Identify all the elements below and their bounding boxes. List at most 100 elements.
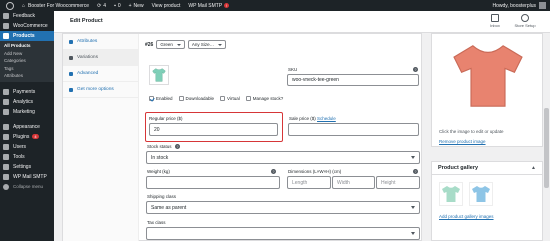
sale-price-input[interactable]: [288, 123, 419, 136]
stock-status-value: In stock: [151, 154, 169, 161]
menu-label: Feedback: [13, 13, 35, 19]
help-icon[interactable]: ?: [271, 169, 276, 174]
menu-plugins[interactable]: Plugins 4: [0, 132, 54, 142]
variation-options: Enabled Downloadable Virtual Manage stoc…: [149, 96, 289, 101]
tools-icon: [3, 153, 9, 160]
tab-get-more-options[interactable]: Get more options: [63, 82, 138, 98]
length-input[interactable]: Length: [287, 176, 331, 189]
avatar: [539, 2, 546, 9]
menu-label: Collapse menu: [13, 184, 44, 189]
menu-collapse[interactable]: Collapse menu: [0, 182, 54, 192]
weight-input[interactable]: [146, 176, 280, 189]
user-account-menu[interactable]: Howdy, boosterplus: [488, 0, 550, 11]
chevron-up-icon[interactable]: ▲: [531, 165, 536, 171]
size-attribute-select[interactable]: Any Size…: [187, 40, 227, 49]
product-gallery-header[interactable]: Product gallery ▲: [432, 162, 542, 175]
submenu-all-products[interactable]: All Products: [0, 42, 54, 50]
site-name-link[interactable]: ⌂ Booster For Woocommerce: [18, 0, 93, 11]
regular-price-label: Regular price ($): [149, 116, 183, 121]
variation-image-thumbnail[interactable]: [149, 65, 169, 85]
stock-status-select[interactable]: In stock: [146, 151, 420, 164]
marketing-icon: [3, 108, 9, 115]
page-scrollbar[interactable]: [543, 33, 550, 241]
menu-feedback[interactable]: Feedback: [0, 11, 54, 21]
wordpress-logo-icon[interactable]: [0, 0, 18, 11]
menu-users[interactable]: Users: [0, 142, 54, 152]
shipping-class-value: Same as parent: [151, 204, 187, 211]
submenu-categories[interactable]: Categories: [0, 57, 54, 65]
menu-wp-mail-smtp[interactable]: WP Mail SMTP: [0, 172, 54, 182]
submenu-tags[interactable]: Tags: [0, 65, 54, 73]
products-icon: [3, 33, 9, 39]
schedule-link[interactable]: Schedule: [317, 116, 336, 121]
menu-tools[interactable]: Tools: [0, 152, 54, 162]
new-content-link[interactable]: + New: [125, 0, 148, 11]
inbox-icon: [491, 14, 499, 22]
tab-advanced[interactable]: Advanced: [63, 66, 138, 82]
regular-price-input[interactable]: 20: [149, 123, 278, 136]
help-icon[interactable]: ?: [413, 169, 418, 174]
downloadable-checkbox[interactable]: Downloadable: [178, 96, 214, 101]
manage-stock-checkbox[interactable]: Manage stock?: [245, 96, 284, 101]
tab-label: Attributes: [77, 39, 98, 44]
menu-woocommerce[interactable]: WooCommerce: [0, 21, 54, 31]
virtual-checkbox[interactable]: Virtual: [220, 96, 240, 101]
comments-link[interactable]: ▪ 0: [110, 0, 125, 11]
enabled-checkbox[interactable]: Enabled: [149, 96, 173, 101]
product-data-panel: Attributes Variations Advanced Get more …: [62, 33, 422, 241]
menu-label: WP Mail SMTP: [13, 173, 47, 180]
scrollbar-thumb[interactable]: [544, 108, 549, 188]
inbox-button[interactable]: Inbox: [482, 14, 508, 28]
tab-variations[interactable]: Variations: [63, 50, 138, 66]
product-image-box: Click the image to edit or update Remove…: [431, 33, 543, 147]
tax-class-select[interactable]: [146, 227, 420, 240]
comments-icon: ▪: [114, 2, 116, 9]
store-setup-button[interactable]: Store Setup: [512, 14, 538, 28]
store-setup-label: Store Setup: [514, 23, 536, 28]
add-gallery-images-link[interactable]: Add product gallery images: [439, 214, 494, 219]
height-input[interactable]: Height: [376, 176, 420, 189]
menu-payments[interactable]: Payments: [0, 87, 54, 97]
shipping-class-select[interactable]: Same as parent: [146, 201, 420, 214]
variation-header: #26 Green Any Size…: [145, 40, 229, 49]
chevron-down-icon: [411, 206, 415, 209]
menu-settings[interactable]: Settings: [0, 162, 54, 172]
menu-analytics[interactable]: Analytics: [0, 97, 54, 107]
chevron-down-icon: [411, 232, 415, 235]
checkbox-label: Manage stock?: [252, 96, 284, 101]
size-value: Any Size…: [191, 42, 215, 47]
submenu-add-new[interactable]: Add New: [0, 50, 54, 58]
menu-appearance[interactable]: Appearance: [0, 122, 54, 132]
updates-link[interactable]: ⟳ 4: [93, 0, 110, 11]
menu-products[interactable]: Products: [0, 31, 54, 41]
width-input[interactable]: Width: [332, 176, 375, 189]
help-icon[interactable]: ?: [413, 67, 418, 72]
length-placeholder: Length: [292, 179, 308, 186]
wp-mail-smtp-link[interactable]: WP Mail SMTP !: [184, 0, 233, 11]
gallery-image-1[interactable]: [439, 182, 463, 206]
menu-marketing[interactable]: Marketing: [0, 107, 54, 117]
width-placeholder: Width: [337, 179, 350, 186]
plus-icon: +: [128, 2, 132, 9]
sku-value: woo-vneck-tee-green: [292, 77, 339, 83]
menu-label: Analytics: [13, 98, 34, 105]
checkbox-icon: [178, 96, 184, 101]
payments-icon: [3, 88, 9, 95]
collapse-icon: [3, 183, 9, 190]
product-image[interactable]: [436, 36, 540, 116]
menu-label: Settings: [13, 163, 32, 170]
view-product-link[interactable]: View product: [148, 0, 185, 11]
gallery-image-2[interactable]: [469, 182, 493, 206]
tab-attributes[interactable]: Attributes: [63, 34, 138, 50]
checkbox-icon: [220, 96, 226, 101]
remove-product-image-link[interactable]: Remove product image: [439, 139, 486, 144]
admin-sidebar: Feedback WooCommerce Products All Produc…: [0, 11, 54, 241]
variations-icon: [69, 55, 73, 60]
submenu-attributes[interactable]: Attributes: [0, 72, 54, 80]
sku-input[interactable]: woo-vneck-tee-green: [287, 74, 419, 86]
user-greeting: Howdy, boosterplus: [492, 2, 536, 9]
color-attribute-select[interactable]: Green: [156, 40, 185, 49]
updates-icon: ⟳: [97, 2, 102, 9]
sku-label: SKU: [288, 67, 298, 72]
help-icon[interactable]: ?: [175, 144, 180, 149]
